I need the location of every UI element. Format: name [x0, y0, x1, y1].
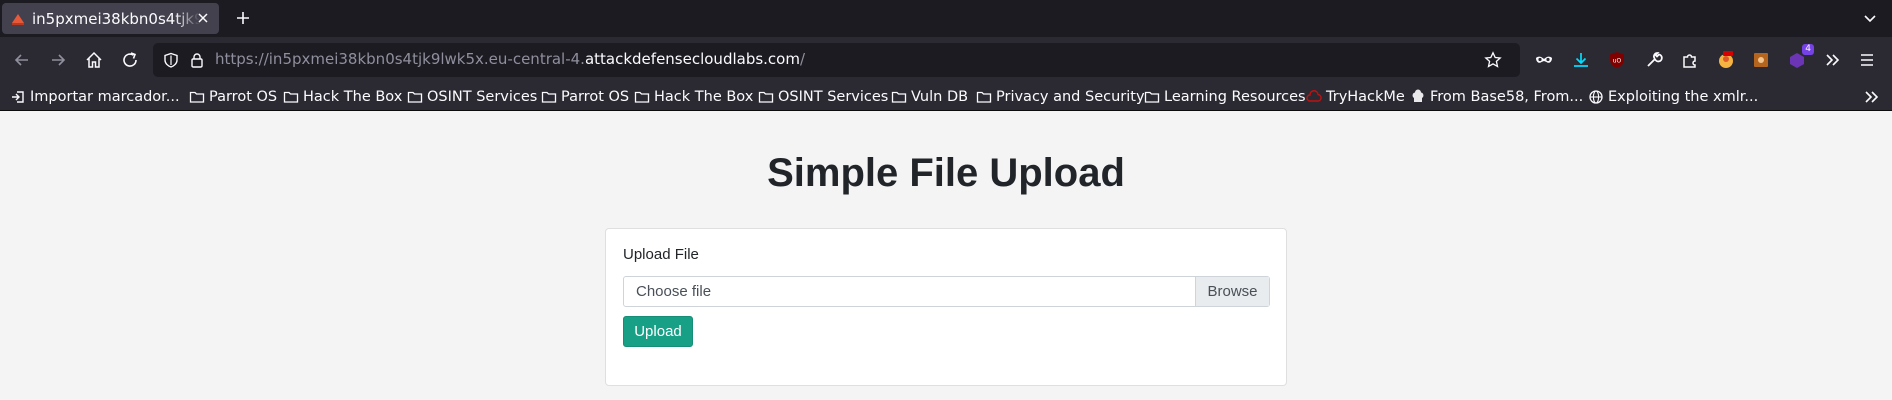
- site-favicon-icon: [12, 13, 24, 25]
- bookmark-label: Parrot OS: [209, 89, 278, 105]
- bookmark-label: From Base58, From...: [1430, 89, 1584, 105]
- bookmark-folder[interactable]: OSINT Services: [407, 88, 537, 106]
- bookmark-item[interactable]: TryHackMe: [1306, 88, 1405, 106]
- bookmark-label: Learning Resources: [1164, 89, 1306, 105]
- url-suffix: /: [799, 50, 806, 68]
- extensions-puzzle-icon[interactable]: [1679, 49, 1701, 71]
- folder-icon: [976, 91, 992, 103]
- bookmark-label: Exploiting the xmlr...: [1608, 89, 1759, 105]
- bookmark-folder[interactable]: Hack The Box: [634, 88, 753, 106]
- chef-icon: [1412, 89, 1424, 102]
- forward-icon[interactable]: [48, 50, 68, 70]
- bookmark-folder[interactable]: Parrot OS: [189, 88, 277, 106]
- bookmark-folder[interactable]: Hack The Box: [283, 88, 402, 106]
- file-input-placeholder: Choose file: [636, 283, 712, 300]
- folder-icon: [189, 91, 205, 103]
- lock-icon[interactable]: [189, 52, 205, 68]
- navigation-toolbar: https://in5pxmei38kbn0s4tjk9lwk5x.eu-cen…: [0, 37, 1892, 83]
- page-title: Simple File Upload: [767, 151, 1125, 195]
- bookmark-label: Parrot OS: [561, 89, 630, 105]
- url-domain: attackdefensecloudlabs.com: [584, 50, 800, 68]
- extension-box-icon[interactable]: [1750, 49, 1772, 71]
- wrench-icon[interactable]: [1643, 49, 1665, 71]
- extension-badge-icon[interactable]: [1715, 49, 1737, 71]
- bookmarks-overflow-chevron-icon[interactable]: [1862, 88, 1880, 106]
- file-input[interactable]: Choose file Browse: [623, 276, 1270, 307]
- import-icon: [12, 91, 24, 103]
- bookmark-star-icon[interactable]: [1484, 51, 1502, 69]
- bookmark-label: OSINT Services: [427, 89, 538, 105]
- page-content: Simple File Upload Upload File Choose fi…: [0, 111, 1892, 400]
- tab-title: in5pxmei38kbn0s4tjk9lwk5x.eu-central-4.a…: [32, 9, 200, 28]
- bookmark-folder[interactable]: OSINT Services: [758, 88, 888, 106]
- bookmark-label: Importar marcador...: [30, 89, 180, 105]
- back-icon[interactable]: [12, 50, 32, 70]
- globe-icon: [1589, 90, 1603, 104]
- folder-icon: [541, 91, 557, 103]
- private-mask-icon[interactable]: [1533, 49, 1555, 71]
- list-all-tabs-icon[interactable]: [1862, 10, 1878, 26]
- app-menu-icon[interactable]: [1856, 49, 1878, 71]
- bookmark-item[interactable]: Exploiting the xmlr...: [1588, 88, 1758, 106]
- extension-badge-count-icon[interactable]: 4: [1786, 44, 1814, 71]
- close-tab-icon[interactable]: [195, 10, 211, 26]
- bookmark-folder[interactable]: Privacy and Security: [976, 88, 1145, 106]
- folder-icon: [407, 91, 423, 103]
- svg-text:uO: uO: [1613, 58, 1622, 65]
- browse-button[interactable]: Browse: [1195, 277, 1269, 306]
- bookmark-label: Hack The Box: [303, 89, 403, 105]
- home-icon[interactable]: [84, 50, 104, 70]
- bookmark-item[interactable]: From Base58, From...: [1410, 88, 1583, 106]
- reload-icon[interactable]: [120, 50, 140, 70]
- bookmark-label: Privacy and Security: [996, 89, 1145, 105]
- folder-icon: [1144, 91, 1160, 103]
- tab-strip: in5pxmei38kbn0s4tjk9lwk5x.eu-central-4.a…: [0, 0, 1892, 37]
- bookmarks-toolbar: Importar marcador... Parrot OS Hack The …: [0, 83, 1892, 111]
- folder-icon: [891, 91, 907, 103]
- url-text[interactable]: https://in5pxmei38kbn0s4tjk9lwk5x.eu-cen…: [215, 50, 805, 68]
- folder-icon: [758, 91, 774, 103]
- upload-form-card: Upload File Choose file Browse Upload: [605, 228, 1287, 386]
- url-prefix: https://in5pxmei38kbn0s4tjk9lwk5x.eu-cen…: [215, 50, 585, 68]
- folder-icon: [634, 91, 650, 103]
- address-bar[interactable]: https://in5pxmei38kbn0s4tjk9lwk5x.eu-cen…: [153, 43, 1520, 77]
- bookmark-label: Vuln DB: [911, 89, 969, 105]
- more-tools-chevron-icon[interactable]: [1822, 49, 1844, 71]
- bookmark-item[interactable]: Importar marcador...: [10, 88, 180, 106]
- ublock-origin-icon[interactable]: uO: [1606, 49, 1628, 71]
- bookmark-label: Hack The Box: [654, 89, 754, 105]
- cloud-icon: [1306, 90, 1322, 102]
- bookmark-folder[interactable]: Parrot OS: [541, 88, 629, 106]
- folder-icon: [283, 91, 299, 103]
- extension-badge-count: 4: [1802, 44, 1814, 55]
- new-tab-icon[interactable]: [233, 8, 253, 28]
- browser-tab[interactable]: in5pxmei38kbn0s4tjk9lwk5x.eu-central-4.a…: [2, 3, 219, 34]
- bookmark-label: TryHackMe: [1326, 89, 1405, 105]
- downloads-icon[interactable]: [1570, 49, 1592, 71]
- bookmark-label: OSINT Services: [778, 89, 889, 105]
- bookmark-folder[interactable]: Vuln DB: [891, 88, 968, 106]
- upload-button[interactable]: Upload: [623, 316, 693, 347]
- bookmark-folder[interactable]: Learning Resources: [1144, 88, 1306, 106]
- tracking-protection-shield-icon[interactable]: [163, 52, 179, 68]
- upload-file-label: Upload File: [623, 246, 699, 263]
